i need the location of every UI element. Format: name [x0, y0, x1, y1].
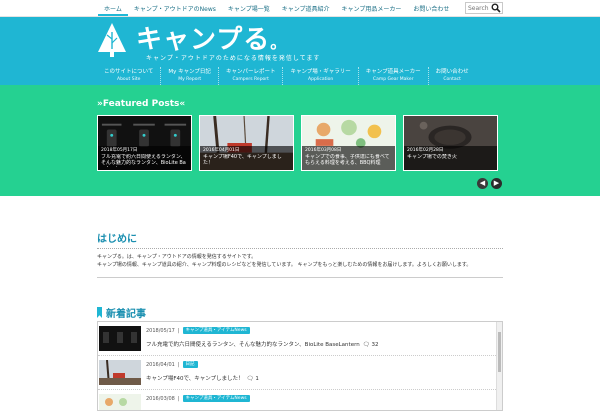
- post-row[interactable]: 2018/05/17 | キャンプ道具・アイテムNews フル充電で約六日間使えるラ…: [98, 322, 502, 356]
- post-meta: 2016/04/01 | 日記: [146, 361, 198, 368]
- featured-card[interactable]: 2016年03月08日 キャンプでの食事、子供達にも食べてもらえる料理を考える、…: [301, 115, 396, 171]
- post-meta-separator: |: [177, 395, 180, 402]
- topnav-makers[interactable]: キャンプ用品メーカー: [336, 0, 408, 16]
- mainnav-application-en: Application: [308, 77, 334, 82]
- campsite-thumbnail-image: [99, 360, 141, 385]
- comment-icon: 🗨: [362, 342, 370, 348]
- site-tagline: キャンプ・アウトドアのためになる情報を発信してます: [146, 55, 321, 62]
- newest-heading: 新着記事: [97, 305, 503, 320]
- post-row[interactable]: 2016/04/01 | 日記 キャンプ場F40で、キャンプしました！ 🗨 1: [98, 356, 502, 390]
- newest-post-list: 2018/05/17 | キャンプ道具・アイテムNews フル充電で約六日間使えるラ…: [97, 321, 503, 411]
- tree-logo-icon[interactable]: [97, 22, 127, 58]
- logo-suffix: 。: [270, 33, 288, 52]
- section-divider: [97, 277, 503, 278]
- mainnav-about-jp: このサイトについて: [104, 69, 154, 75]
- featured-card[interactable]: 2016年04月01日 キャンプ場F40で、キャンプしました！: [199, 115, 294, 171]
- post-date: 2018/05/17: [146, 327, 175, 334]
- list-scrollbar[interactable]: [496, 322, 502, 410]
- next-arrow-icon[interactable]: ▶: [491, 178, 502, 189]
- post-title-line[interactable]: フル充電で約六日間使えるランタン、そんな魅力的なランタン、BioLite Bas…: [146, 340, 378, 348]
- about-text-line2: キャンプ場の情報、キャンプ道具の紹介、キャンプ料理のレシピなどを発信しています。…: [97, 262, 472, 268]
- post-title-line[interactable]: キャンプ場F40で、キャンプしました！ 🗨 1: [146, 374, 259, 382]
- mainnav-my-report[interactable]: My キャンプ日記 My Report: [160, 67, 218, 85]
- newest-heading-text: 新着記事: [106, 309, 146, 320]
- mainnav-application[interactable]: キャンプ場・ギャラリー Application: [282, 67, 357, 85]
- post-meta: 2018/05/17 | キャンプ道具・アイテムNews: [146, 327, 250, 334]
- comment-icon: 🗨: [246, 376, 254, 382]
- mainnav-campers-report-jp: キャンパーレポート: [225, 69, 276, 75]
- mainnav-my-report-jp: My キャンプ日記: [168, 69, 211, 75]
- prev-arrow-icon[interactable]: ◀: [477, 178, 488, 189]
- about-text-line1: キャンプる。は、キャンプ・アウトドアの情報を発信するサイトです。: [97, 254, 257, 260]
- comment-count: 32: [371, 342, 379, 348]
- featured-card-title: キャンプでの食事、子供達にも食べてもらえる料理を考える、BBQ料理: [305, 154, 390, 166]
- topnav-contact[interactable]: お問い合わせ: [407, 0, 455, 16]
- food-thumbnail-image: [99, 394, 141, 410]
- featured-card[interactable]: 2016年02月28日 キャンプ場での焚き火: [403, 115, 498, 171]
- featured-card-title: キャンプ場F40で、キャンプしました！: [203, 154, 282, 166]
- topnav-gear[interactable]: キャンプ道具紹介: [276, 0, 336, 16]
- top-nav: ホーム キャンプ・アウトドアのNews キャンプ場一覧 キャンプ道具紹介 キャン…: [98, 0, 455, 16]
- featured-card-caption: 2018年05月17日 フル充電で約六日間使えるランタン、そんな魅力的なランタン…: [98, 146, 191, 170]
- featured-card-title: キャンプ場での焚き火: [407, 154, 457, 160]
- post-category-tag[interactable]: キャンプ道具・アイテムNews: [182, 327, 250, 334]
- top-bar: ホーム キャンプ・アウトドアのNews キャンプ場一覧 キャンプ道具紹介 キャン…: [0, 0, 600, 17]
- comment-count: 1: [255, 376, 259, 382]
- post-title: フル充電で約六日間使えるランタン、そんな魅力的なランタン、BioLite Bas…: [146, 342, 360, 348]
- post-meta-separator: |: [177, 327, 180, 334]
- bookmark-icon: [97, 307, 102, 318]
- post-meta-separator: |: [177, 361, 180, 368]
- featured-posts-section: »Featured Posts« 2018年05月17日 フル充電で約六日間使え…: [0, 85, 600, 196]
- featured-posts-title: »Featured Posts«: [97, 99, 186, 109]
- topnav-campsites[interactable]: キャンプ場一覧: [222, 0, 276, 16]
- mainnav-gear-maker[interactable]: キャンプ道具メーカー Camp Gear Maker: [357, 67, 428, 85]
- featured-card-caption: 2016年04月01日 キャンプ場F40で、キャンプしました！: [200, 146, 293, 170]
- mainnav-application-jp: キャンプ場・ギャラリー: [290, 69, 351, 75]
- featured-card[interactable]: 2018年05月17日 フル充電で約六日間使えるランタン、そんな魅力的なランタン…: [97, 115, 192, 171]
- topnav-news[interactable]: キャンプ・アウトドアのNews: [128, 0, 222, 16]
- site-logo-title[interactable]: キャンプる。: [136, 19, 287, 56]
- featured-cards: 2018年05月17日 フル充電で約六日間使えるランタン、そんな魅力的なランタン…: [97, 115, 498, 171]
- logo-title-text: キャンプる: [136, 25, 271, 55]
- post-date: 2016/03/08: [146, 395, 175, 402]
- post-meta: 2016/03/08 | キャンプ道具・アイテムNews: [146, 395, 250, 402]
- scrollbar-thumb[interactable]: [498, 332, 501, 372]
- main-nav: このサイトについて About Site My キャンプ日記 My Report キ…: [97, 67, 476, 85]
- search-box: [465, 2, 503, 14]
- mainnav-about-en: About Site: [116, 77, 141, 82]
- post-date: 2016/04/01: [146, 361, 175, 368]
- mainnav-gear-maker-en: Camp Gear Maker: [372, 77, 414, 82]
- mainnav-about[interactable]: このサイトについて About Site: [97, 67, 160, 85]
- search-icon[interactable]: [491, 3, 501, 13]
- mainnav-gear-maker-jp: キャンプ道具メーカー: [365, 69, 421, 75]
- mainnav-contact-en: Contact: [443, 77, 461, 82]
- about-heading: はじめに: [97, 230, 503, 249]
- lantern-thumbnail-image: [99, 326, 141, 351]
- slider-arrows: ◀ ▶: [477, 178, 502, 189]
- mainnav-campers-report[interactable]: キャンパーレポート Campers Report: [217, 67, 283, 85]
- mainnav-contact[interactable]: お問い合わせ Contact: [427, 67, 476, 85]
- featured-card-caption: 2016年03月08日 キャンプでの食事、子供達にも食べてもらえる料理を考える、…: [302, 146, 395, 170]
- about-section: はじめに キャンプる。は、キャンプ・アウトドアの情報を発信するサイトです。 キャ…: [97, 230, 503, 269]
- mainnav-campers-report-en: Campers Report: [232, 77, 269, 82]
- post-title: キャンプ場F40で、キャンプしました！: [146, 376, 244, 382]
- post-row[interactable]: 2016/03/08 | キャンプ道具・アイテムNews: [98, 390, 502, 410]
- featured-card-caption: 2016年02月28日 キャンプ場での焚き火: [404, 146, 497, 170]
- featured-card-title: フル充電で約六日間使えるランタン、そんな魅力的なランタン、BioLite Bas…: [101, 154, 186, 167]
- search-input[interactable]: [468, 4, 492, 13]
- topnav-home[interactable]: ホーム: [98, 0, 128, 16]
- post-category-tag[interactable]: キャンプ道具・アイテムNews: [182, 395, 250, 402]
- site-header: キャンプる。 キャンプ・アウトドアのためになる情報を発信してます このサイトにつ…: [0, 17, 600, 85]
- post-category-tag[interactable]: 日記: [182, 361, 198, 368]
- mainnav-my-report-en: My Report: [178, 77, 202, 82]
- newest-section: 新着記事: [97, 305, 503, 320]
- mainnav-contact-jp: お問い合わせ: [435, 69, 469, 75]
